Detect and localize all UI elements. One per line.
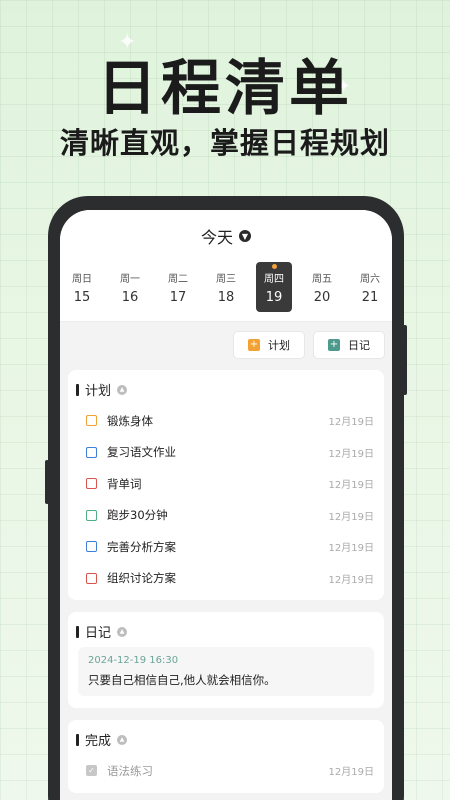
- plus-icon: +: [248, 339, 260, 351]
- day-name: 周一: [120, 273, 140, 285]
- phone-side-button: [45, 460, 49, 504]
- checkbox-icon[interactable]: [86, 478, 97, 490]
- day-cell-selected[interactable]: 周四 19: [256, 262, 292, 312]
- add-diary-button[interactable]: + 日记: [314, 332, 384, 358]
- add-diary-label: 日记: [348, 339, 370, 352]
- week-strip: 周日 15 周一 16 周二 17 周三 18 周四 19 周五 20 周六 21: [60, 262, 392, 322]
- diary-text: 只要自己相信自己,他人就会相信你。: [88, 673, 276, 687]
- day-date: 19: [265, 289, 283, 305]
- diary-section-header[interactable]: 日记 ▲: [76, 622, 376, 641]
- checkbox-icon[interactable]: [86, 541, 97, 553]
- collapse-icon[interactable]: ▲: [117, 626, 128, 637]
- day-date: 15: [73, 289, 91, 305]
- task-label: 跑步30分钟: [107, 508, 168, 523]
- section-bar: [76, 383, 79, 396]
- date-selector[interactable]: 今天 ▼: [60, 210, 392, 262]
- checkbox-icon[interactable]: [86, 446, 97, 458]
- section-title: 完成: [85, 734, 112, 749]
- done-task-row[interactable]: ✓ 语法练习 12月19日: [76, 755, 376, 787]
- day-name: 周日: [72, 273, 92, 285]
- task-label: 锻炼身体: [107, 413, 153, 428]
- day-date: 16: [121, 289, 139, 305]
- checkbox-icon[interactable]: [86, 415, 97, 427]
- done-section-header[interactable]: 完成 ▲: [76, 730, 376, 749]
- day-cell[interactable]: 周一 16: [112, 262, 148, 312]
- task-label: 复习语文作业: [107, 445, 176, 460]
- day-cell[interactable]: 周二 17: [160, 262, 196, 312]
- section-title: 日记: [85, 626, 112, 641]
- diary-card: 日记 ▲ 2024-12-19 16:30 只要自己相信自己,他人就会相信你。: [68, 612, 384, 708]
- add-plan-button[interactable]: + 计划: [234, 332, 304, 358]
- collapse-icon[interactable]: ▲: [117, 384, 128, 395]
- plan-section-header[interactable]: 计划 ▲: [76, 380, 376, 399]
- action-bar: + 计划 + 日记: [60, 322, 392, 366]
- diary-entry[interactable]: 2024-12-19 16:30 只要自己相信自己,他人就会相信你。: [78, 647, 374, 696]
- day-cell[interactable]: 周三 18: [208, 262, 244, 312]
- task-date: 12月19日: [328, 417, 374, 429]
- task-date: 12月19日: [328, 574, 374, 586]
- hero-subtitle: 清晰直观，掌握日程规划: [59, 126, 390, 160]
- section-bar: [76, 625, 79, 638]
- task-date: 12月19日: [328, 767, 374, 779]
- plan-card: 计划 ▲ 锻炼身体 12月19日 复习语文作业 12月19日 背单词 12月19日 跑步30…: [68, 370, 384, 600]
- section-title: 计划: [85, 384, 112, 399]
- day-date: 18: [217, 289, 235, 305]
- section-bar: [76, 733, 79, 746]
- day-cell[interactable]: 周六 21: [352, 262, 388, 312]
- diary-timestamp: 2024-12-19 16:30: [88, 655, 179, 666]
- hero-title: 日程清单: [97, 54, 353, 124]
- task-label: 背单词: [107, 476, 142, 491]
- day-cell[interactable]: 周五 20: [304, 262, 340, 312]
- day-name: 周三: [216, 273, 236, 285]
- task-date: 12月19日: [328, 511, 374, 523]
- task-row[interactable]: 完善分析方案 12月19日: [76, 531, 376, 563]
- day-name: 周四: [264, 273, 284, 285]
- checkbox-icon[interactable]: [86, 509, 97, 521]
- task-label: 组织讨论方案: [107, 571, 176, 586]
- collapse-icon[interactable]: ▲: [117, 734, 128, 745]
- task-row[interactable]: 背单词 12月19日: [76, 468, 376, 500]
- day-cell[interactable]: 周日 15: [64, 262, 100, 312]
- day-name: 周六: [360, 273, 380, 285]
- task-date: 12月19日: [328, 543, 374, 555]
- task-date: 12月19日: [328, 480, 374, 492]
- day-name: 周五: [312, 273, 332, 285]
- task-label: 完善分析方案: [107, 539, 176, 554]
- checked-checkbox-icon[interactable]: ✓: [86, 765, 97, 777]
- checkbox-icon[interactable]: [86, 572, 97, 584]
- chevron-down-icon[interactable]: ▼: [239, 230, 251, 242]
- task-label: 语法练习: [107, 763, 153, 778]
- task-date: 12月19日: [328, 448, 374, 460]
- done-card: 完成 ▲ ✓ 语法练习 12月19日: [68, 720, 384, 793]
- header-title: 今天: [200, 228, 233, 247]
- task-row[interactable]: 组织讨论方案 12月19日: [76, 563, 376, 595]
- add-plan-label: 计划: [268, 339, 290, 352]
- day-date: 17: [169, 289, 187, 305]
- day-name: 周二: [168, 273, 188, 285]
- app-screen: 今天 ▼ 周日 15 周一 16 周二 17 周三 18 周四 19 周五 20 周六 21 …: [60, 210, 392, 800]
- day-date: 20: [313, 289, 331, 305]
- task-row[interactable]: 跑步30分钟 12月19日: [76, 500, 376, 532]
- plus-icon: +: [328, 339, 340, 351]
- task-row[interactable]: 锻炼身体 12月19日: [76, 405, 376, 437]
- task-row[interactable]: 复习语文作业 12月19日: [76, 437, 376, 469]
- day-date: 21: [361, 289, 379, 305]
- phone-side-button: [403, 325, 407, 395]
